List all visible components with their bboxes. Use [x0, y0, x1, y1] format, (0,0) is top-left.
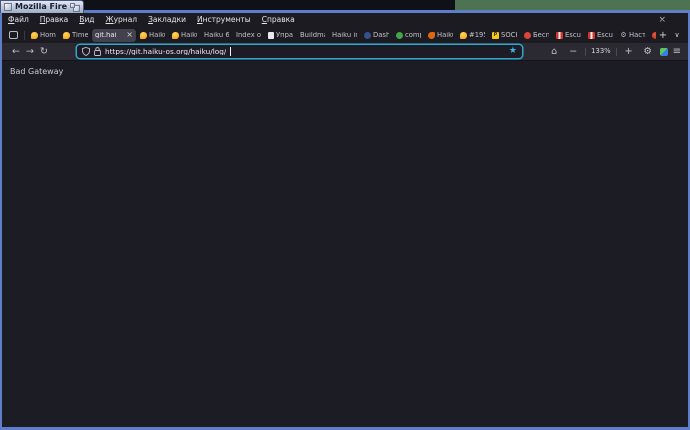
tab[interactable]: Haiku 64	[201, 29, 232, 42]
haiku-yellow-icon	[63, 31, 70, 39]
tab[interactable]: #195	[457, 29, 488, 42]
tab[interactable]: Dashb	[361, 29, 392, 42]
firefox-window: Файл Правка Вид Журнал Закладки Инструменты Сп…	[0, 10, 690, 430]
extension-icon[interactable]	[659, 47, 668, 56]
shield-red-icon	[556, 31, 563, 39]
window-close-button[interactable]	[4, 3, 12, 11]
tab-separator	[24, 30, 25, 40]
tab-label: Haiku inf	[332, 31, 357, 39]
firefox-view-icon	[9, 31, 18, 39]
menubar-menu[interactable]: Справка	[262, 16, 295, 24]
gear-gray-icon: ⚙	[620, 30, 627, 39]
tab[interactable]: ⚙Настр	[617, 29, 648, 42]
circle-red-icon	[524, 31, 531, 39]
tab[interactable]: Haiku	[137, 29, 168, 42]
shield-red-icon	[588, 31, 595, 39]
tab[interactable]: comp	[393, 29, 424, 42]
tab-label: comp	[405, 31, 421, 39]
page-content: Bad Gateway	[2, 61, 688, 427]
back-icon[interactable]: ←	[9, 45, 23, 59]
tab-label: SOCK	[501, 31, 517, 39]
menubar-menu[interactable]: Закладки	[148, 16, 186, 24]
tab-label: Escud	[565, 31, 581, 39]
p-yellow-icon: P	[492, 31, 499, 39]
haiku-yellow-icon	[31, 31, 38, 39]
tab-label: Бесп	[533, 31, 549, 39]
zoom-glyph-small	[70, 2, 75, 8]
tab-label: Index of /	[236, 31, 261, 39]
tab[interactable]: Главн	[649, 29, 656, 42]
new-tab-button[interactable]: +	[656, 29, 670, 42]
separator	[585, 47, 587, 56]
forward-icon[interactable]: →	[23, 45, 37, 59]
haiku-yellow-icon	[460, 31, 467, 39]
menubar: Файл Правка Вид Журнал Закладки Инструменты Сп…	[2, 13, 688, 27]
menubar-menu[interactable]: Правка	[40, 16, 69, 24]
tab[interactable]: Index of /	[233, 29, 264, 42]
tab-label: git.hai	[95, 31, 117, 39]
text-cursor	[230, 47, 232, 56]
tab[interactable]: Бесп	[521, 29, 552, 42]
bookmark-star-icon[interactable]: ★	[509, 47, 517, 56]
home-icon[interactable]: ⌂	[547, 45, 561, 59]
menubar-items: Файл Правка Вид Журнал Закладки Инструменты Сп…	[8, 16, 295, 24]
tab[interactable]: PSOCK	[489, 29, 520, 42]
url-input[interactable]: https://git.haiku-os.org/haiku/log/	[105, 48, 226, 55]
tab-label: Настр	[629, 31, 645, 39]
zoom-in-button[interactable]: +	[622, 45, 636, 59]
lock-icon[interactable]	[94, 47, 101, 56]
tab[interactable]: Haiku	[425, 29, 456, 42]
menubar-menu[interactable]: Инструменты	[197, 16, 251, 24]
url-bar[interactable]: https://git.haiku-os.org/haiku/log/ ★	[77, 45, 522, 58]
tab-bar: Home Timeli git.hai × Haiku Haiku Haiku 64 Inde…	[2, 27, 688, 43]
window-zoom-button[interactable]	[70, 2, 80, 12]
tab-label: Haiku	[181, 31, 197, 39]
tab[interactable]: Home	[28, 29, 59, 42]
separator	[615, 47, 617, 56]
window-title: Mozilla Firefox	[15, 3, 67, 11]
tab[interactable]: Haiku inf	[329, 29, 360, 42]
close-icon[interactable]: ×	[658, 15, 666, 25]
tab-strip: Home Timeli git.hai × Haiku Haiku Haiku 64 Inde…	[28, 28, 656, 42]
globe-green-icon	[396, 31, 403, 39]
navigation-toolbar: ← → ↻ https://git.haiku-os.org/haiku/log…	[2, 43, 688, 61]
reload-icon[interactable]: ↻	[37, 45, 51, 59]
tab[interactable]: Buildma	[297, 29, 328, 42]
menubar-menu[interactable]: Файл	[8, 16, 29, 24]
tab-close-icon[interactable]: ×	[126, 31, 133, 39]
error-message: Bad Gateway	[10, 67, 64, 76]
leaf-orange-icon	[428, 31, 435, 39]
firefox-view-button[interactable]	[6, 29, 21, 41]
window-title-tab[interactable]: Mozilla Firefox	[0, 0, 84, 13]
tab-label: Haiku 64	[204, 31, 229, 39]
menu-icon[interactable]: ≡	[673, 46, 681, 57]
toolbar-right-group: ⌂ − 133% + ⚙ ≡	[547, 45, 681, 59]
tab-label: Timeli	[72, 31, 88, 39]
globe-blue-icon	[364, 31, 371, 39]
tab-label: Haiku	[437, 31, 453, 39]
tab-label: Dashb	[373, 31, 389, 39]
tab-label: Haiku	[149, 31, 165, 39]
menubar-menu[interactable]: Журнал	[106, 16, 138, 24]
haiku-yellow-icon	[140, 31, 147, 39]
tab[interactable]: Escud	[553, 29, 584, 42]
menubar-menu[interactable]: Вид	[79, 16, 94, 24]
tab[interactable]: Haiku	[169, 29, 200, 42]
tab-label: #195	[469, 31, 485, 39]
zoom-out-button[interactable]: −	[566, 45, 580, 59]
tab[interactable]: Упра	[265, 29, 296, 42]
list-all-tabs-button[interactable]: ∨	[670, 29, 684, 42]
tab-label: Home	[40, 31, 56, 39]
tab-label: Упра	[276, 31, 293, 39]
zoom-level-indicator[interactable]: 133%	[591, 48, 610, 55]
tab[interactable]: Escud	[585, 29, 616, 42]
tab-label: Escud	[597, 31, 613, 39]
shield-icon[interactable]	[82, 47, 90, 56]
tab-label: Buildma	[300, 31, 325, 39]
gear-icon[interactable]: ⚙	[641, 45, 655, 59]
tab[interactable]: Timeli	[60, 29, 91, 42]
tab-active[interactable]: git.hai ×	[92, 28, 136, 42]
haiku-yellow-icon	[172, 31, 179, 39]
doc-white-icon	[268, 31, 274, 39]
